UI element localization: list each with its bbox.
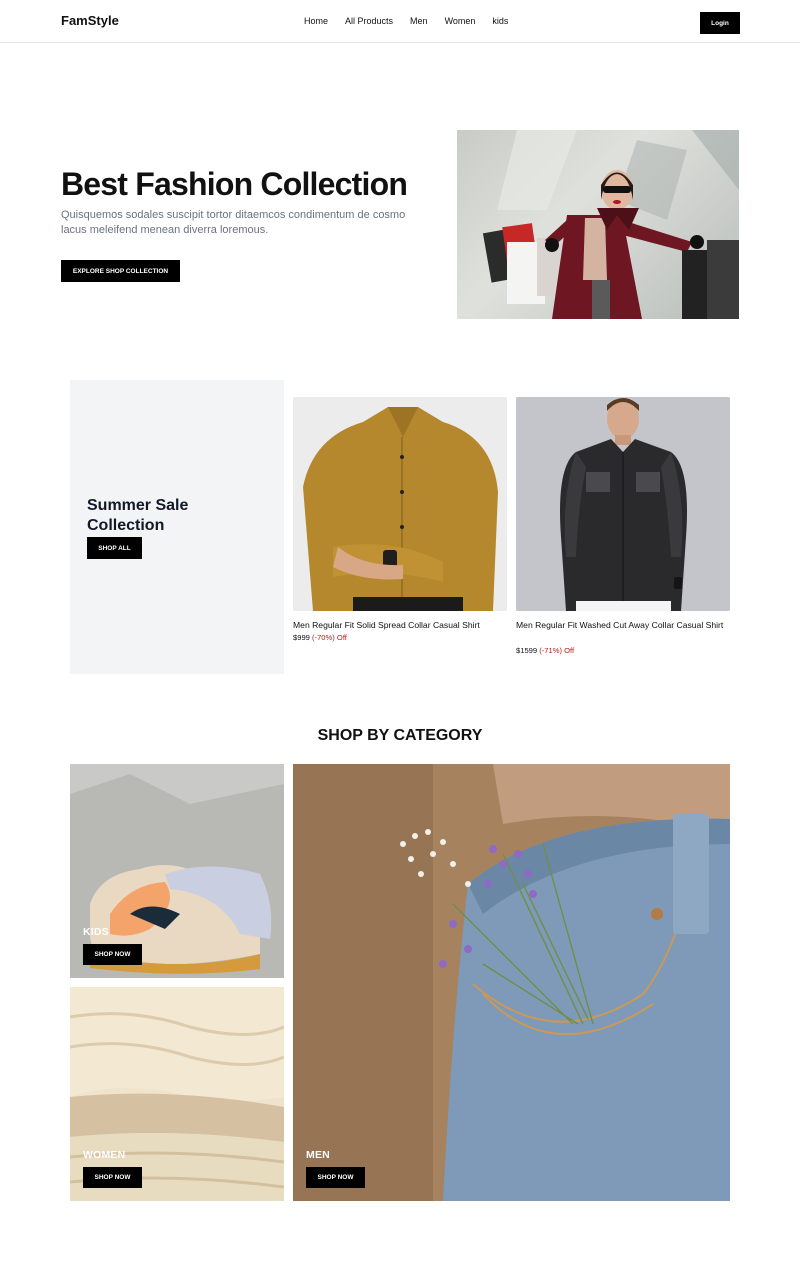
hero-description: Quisquemos sodales suscipit tortor ditae… <box>61 209 406 236</box>
category-tile-men[interactable]: MEN SHOP NOW <box>293 764 730 1201</box>
price-value: $1599 <box>516 646 538 655</box>
category-label: MEN <box>306 1149 330 1161</box>
product-price: $999 (-70%) Off <box>293 633 347 642</box>
category-tile-women[interactable]: WOMEN SHOP NOW <box>70 987 284 1201</box>
category-heading: SHOP BY CATEGORY <box>317 727 483 744</box>
category-label: KIDS <box>83 926 109 938</box>
login-button[interactable]: Login <box>700 12 740 34</box>
nav-home[interactable]: Home <box>304 16 328 26</box>
shop-now-button[interactable]: SHOP NOW <box>306 1167 365 1188</box>
main-nav: Home All Products Men Women kids <box>304 16 508 26</box>
explore-collection-button[interactable]: EXPLORE SHOP COLLECTION <box>61 260 180 282</box>
product-image-mustard-shirt[interactable] <box>293 397 507 611</box>
shopping-woman-illustration <box>482 130 739 319</box>
category-label: WOMEN <box>83 1149 126 1161</box>
price-value: $999 <box>293 633 310 642</box>
site-logo[interactable]: FamStyle <box>61 13 119 28</box>
shop-all-button[interactable]: SHOP ALL <box>87 537 142 559</box>
nav-women[interactable]: Women <box>445 16 476 26</box>
discount-badge: (-71%) Off <box>539 646 575 655</box>
hero-title: Best Fashion Collection <box>61 166 408 202</box>
discount-badge: (-70%) Off <box>312 633 347 642</box>
shop-now-button[interactable]: SHOP NOW <box>83 1167 142 1188</box>
nav-men[interactable]: Men <box>410 16 428 26</box>
nav-kids[interactable]: kids <box>492 16 508 26</box>
category-tile-kids[interactable]: KIDS SHOP NOW <box>70 764 284 978</box>
product-name[interactable]: Men Regular Fit Solid Spread Collar Casu… <box>293 619 507 632</box>
mustard-shirt-illustration <box>293 397 507 611</box>
black-shirt-illustration <box>516 397 730 611</box>
site-header: FamStyle Home All Products Men Women kid… <box>0 0 800 43</box>
hero-image <box>457 130 739 319</box>
product-price: $1599 (-71%) Off <box>516 646 574 655</box>
shop-now-button[interactable]: SHOP NOW <box>83 944 142 965</box>
jeans-pocket-illustration <box>293 764 730 1201</box>
product-name[interactable]: Men Regular Fit Washed Cut Away Collar C… <box>516 619 730 632</box>
sale-title: Summer Sale Collection <box>87 497 189 534</box>
product-image-black-shirt[interactable] <box>516 397 730 611</box>
nav-all-products[interactable]: All Products <box>345 16 393 26</box>
